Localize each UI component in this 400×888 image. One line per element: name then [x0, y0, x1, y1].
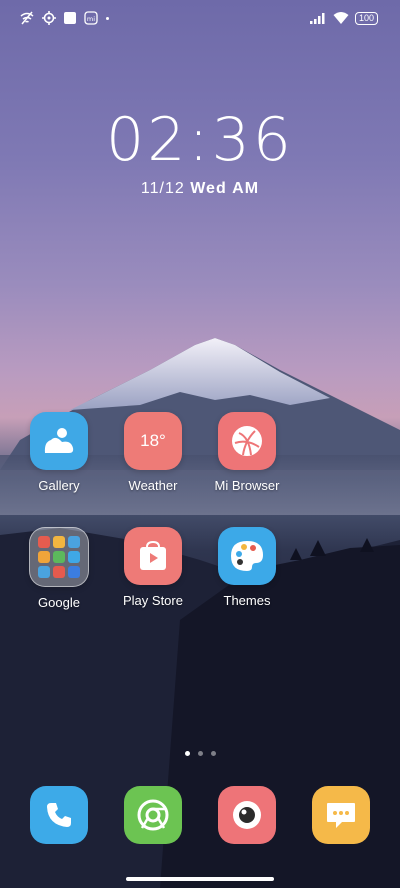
app-play-store[interactable]: Play Store — [105, 527, 201, 608]
google-folder-icon — [29, 527, 89, 587]
clock-time: 02:36 — [106, 105, 294, 175]
chrome-icon[interactable] — [124, 786, 182, 844]
app-label: Weather — [128, 478, 178, 493]
page-dot[interactable] — [197, 751, 203, 756]
page-indicator — [0, 751, 400, 756]
weather-icon: 18° — [124, 412, 182, 470]
app-label: Play Store — [123, 593, 183, 608]
app-label: Themes — [223, 593, 271, 608]
page-dot-active[interactable] — [184, 751, 190, 756]
clock-widget[interactable]: 02:36 11/12 Wed AM — [0, 108, 400, 198]
app-weather[interactable]: 18° Weather — [105, 412, 201, 493]
browser-icon — [218, 412, 276, 470]
folder-google[interactable]: Google — [11, 527, 107, 610]
app-label: Gallery — [38, 478, 80, 493]
status-bar: mi 100 — [0, 0, 400, 38]
wifi-off-icon — [20, 11, 34, 25]
app-label: Google — [38, 595, 80, 610]
home-gesture-bar[interactable] — [126, 877, 274, 881]
camera-icon[interactable] — [218, 786, 276, 844]
play-store-icon — [124, 527, 182, 585]
day-value: Wed — [190, 180, 227, 197]
app-gallery[interactable]: Gallery — [11, 412, 107, 493]
gallery-icon — [30, 412, 88, 470]
app-label: Mi Browser — [214, 478, 280, 493]
date-value: 11/12 — [140, 180, 185, 197]
signal-icon — [309, 13, 325, 24]
battery-indicator: 100 — [354, 11, 378, 25]
themes-icon — [218, 527, 276, 585]
ampm-value: AM — [232, 180, 260, 197]
app-themes[interactable]: Themes — [199, 527, 295, 608]
messages-icon[interactable] — [312, 786, 370, 844]
app-mi-browser[interactable]: Mi Browser — [199, 412, 295, 493]
page-dot[interactable] — [210, 751, 216, 756]
mi-icon: mi — [84, 11, 98, 25]
dot-icon — [106, 16, 109, 20]
wifi-icon — [333, 12, 349, 24]
weather-temp: 18° — [140, 431, 166, 450]
square-icon — [64, 12, 76, 24]
svg-text:mi: mi — [87, 15, 95, 23]
phone-icon[interactable] — [30, 786, 88, 844]
clock-date: 11/12 Wed AM — [0, 180, 400, 198]
location-icon — [42, 11, 56, 25]
